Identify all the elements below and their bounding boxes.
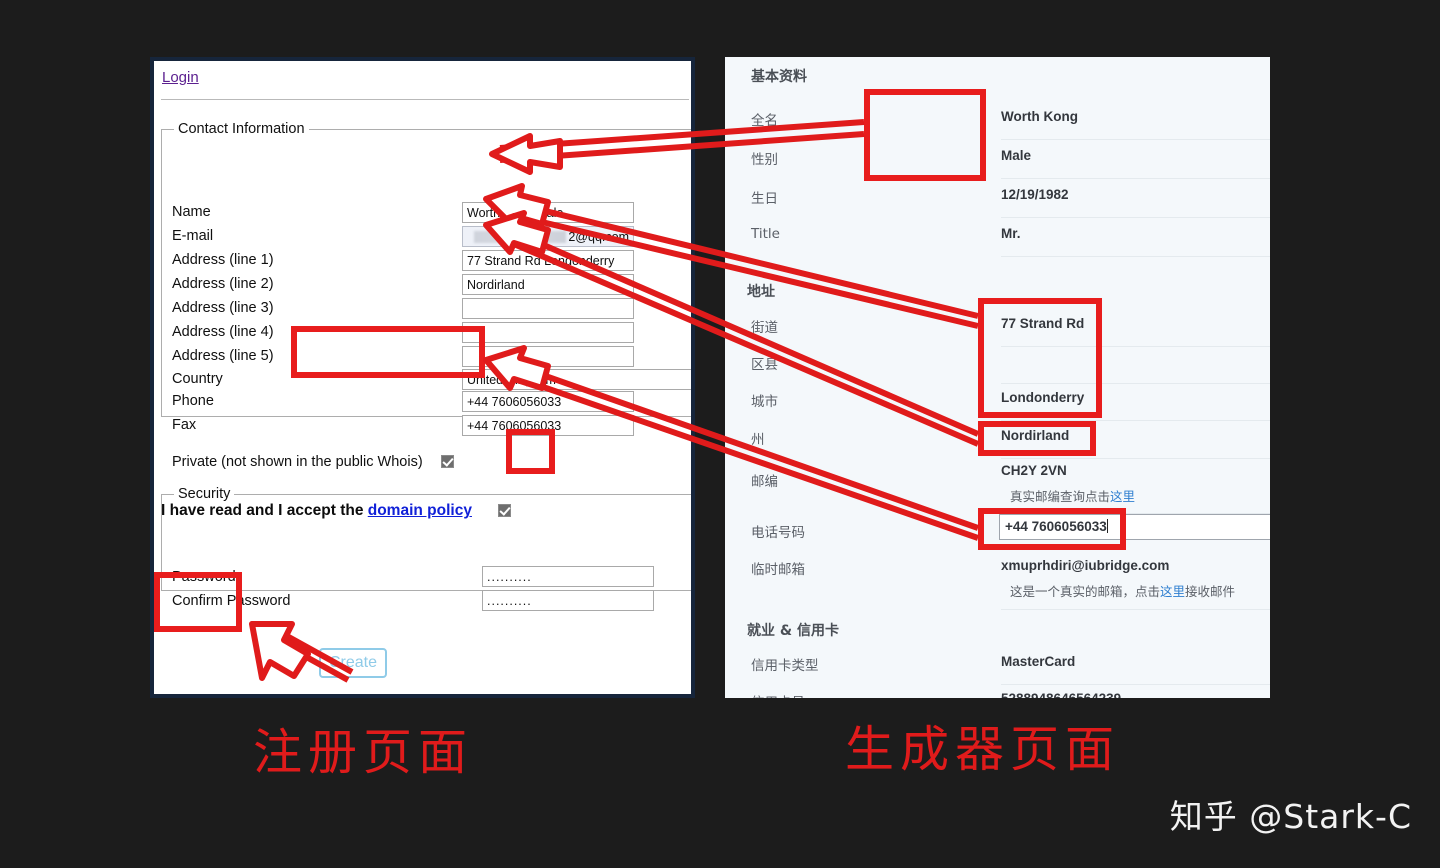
- row-separator: [1001, 458, 1270, 459]
- value-zipcode: CH2Y 2VN: [1001, 463, 1067, 478]
- screenshot-stage: Login Contact Information Name Worth Kon…: [0, 0, 1440, 868]
- label-name: Name: [172, 204, 211, 220]
- label-card-number: 信用卡号: [751, 691, 805, 698]
- caption-right: 生成器页面: [845, 721, 1121, 778]
- section-title-address: 地址: [747, 284, 775, 300]
- address-line-2-input[interactable]: Nordirland: [462, 274, 634, 295]
- value-state: Nordirland: [1001, 428, 1070, 443]
- value-title: Mr.: [1001, 226, 1021, 241]
- label-tempmail: 临时邮箱: [751, 562, 805, 578]
- value-card-number: 5288948646564239: [1001, 691, 1121, 698]
- email-input[interactable]: 2@qq.com: [462, 226, 634, 247]
- address-line-4-input[interactable]: [462, 322, 634, 343]
- phone-number-value: +44 7606056033: [1005, 519, 1107, 534]
- phone-number-input[interactable]: +44 7606056033: [999, 514, 1270, 540]
- text-caret: [1106, 519, 1108, 533]
- zipcode-hint-link[interactable]: 这里: [1110, 489, 1135, 504]
- label-country: Country: [172, 371, 223, 387]
- value-fullname: Worth Kong: [1001, 109, 1078, 124]
- label-title: Title: [751, 226, 780, 242]
- label-address-line-3: Address (line 3): [172, 300, 274, 316]
- header-divider: [161, 99, 689, 100]
- label-city: 城市: [751, 394, 778, 410]
- country-select-wrapper[interactable]: United Kingdom: [462, 369, 691, 390]
- redacted-email-block: [474, 231, 567, 243]
- label-address-line-5: Address (line 5): [172, 348, 274, 364]
- label-address-line-2: Address (line 2): [172, 276, 274, 292]
- row-separator: [1001, 383, 1270, 384]
- label-state: 州: [751, 432, 765, 448]
- tempmail-hint-suffix: 接收邮件: [1185, 584, 1236, 599]
- password-input[interactable]: ..........: [482, 566, 654, 587]
- private-whois-row: Private (not shown in the public Whois): [172, 454, 454, 470]
- label-card-type: 信用卡类型: [751, 658, 819, 674]
- label-birthday: 生日: [751, 191, 778, 207]
- confirm-password-input[interactable]: ..........: [482, 590, 654, 611]
- value-birthday: 12/19/1982: [1001, 187, 1069, 202]
- label-fullname: 全名: [751, 113, 778, 129]
- value-gender: Male: [1001, 148, 1032, 163]
- security-legend: Security: [178, 486, 231, 502]
- zipcode-hint: 真实邮编查询点击这里: [1010, 486, 1135, 505]
- name-input[interactable]: Worth Kong Male: [462, 202, 634, 223]
- generator-page-panel: 基本资料 全名 Worth Kong 性别 Male 生日 12/19/1982…: [722, 57, 1270, 698]
- fax-input[interactable]: +44 7606056033: [462, 415, 634, 436]
- label-address-line-4: Address (line 4): [172, 324, 274, 340]
- label-confirm-password: Confirm Password: [172, 593, 291, 609]
- label-phone: Phone: [172, 393, 214, 409]
- label-fax: Fax: [172, 417, 197, 433]
- value-street: 77 Strand Rd: [1001, 316, 1085, 331]
- login-link[interactable]: Login: [162, 69, 199, 86]
- label-street: 街道: [751, 320, 778, 336]
- row-separator: [1001, 178, 1270, 179]
- watermark-zhihu: 知乎 @Stark-C: [1169, 797, 1412, 836]
- address-line-5-input[interactable]: [462, 346, 634, 367]
- email-domain-text: 2@qq.com: [568, 230, 629, 244]
- value-tempmail: xmuprhdiri@iubridge.com: [1001, 558, 1170, 573]
- tempmail-hint: 这是一个真实的邮箱，点击这里接收邮件: [1010, 581, 1235, 600]
- contact-information-legend: Contact Information: [178, 121, 305, 137]
- row-separator: [1001, 346, 1270, 347]
- label-password: Password: [172, 569, 236, 585]
- address-line-3-input[interactable]: [462, 298, 634, 319]
- private-whois-checkbox[interactable]: [440, 455, 454, 468]
- tempmail-hint-link[interactable]: 这里: [1160, 584, 1185, 599]
- label-address-line-1: Address (line 1): [172, 252, 274, 268]
- row-separator: [1001, 420, 1270, 421]
- row-separator: [1001, 217, 1270, 218]
- phone-input[interactable]: +44 7606056033: [462, 391, 634, 412]
- section-title-basic: 基本资料: [751, 69, 807, 85]
- label-zipcode: 邮编: [751, 474, 778, 490]
- label-phone-number: 电话号码: [751, 525, 805, 541]
- label-email: E-mail: [172, 228, 214, 244]
- row-separator: [1001, 256, 1270, 257]
- zipcode-hint-text: 真实邮编查询点击: [1010, 489, 1111, 504]
- value-city: Londonderry: [1001, 390, 1085, 405]
- row-separator: [1001, 609, 1270, 610]
- address-line-1-input[interactable]: 77 Strand Rd Londonderry: [462, 250, 634, 271]
- create-button[interactable]: Create: [319, 648, 387, 678]
- section-title-employment: 就业 & 信用卡: [747, 623, 839, 639]
- row-separator: [1001, 139, 1270, 140]
- value-card-type: MasterCard: [1001, 654, 1076, 669]
- private-whois-label: Private (not shown in the public Whois): [172, 454, 423, 470]
- label-district: 区县: [751, 357, 778, 373]
- row-separator: [1001, 684, 1270, 685]
- country-select[interactable]: United Kingdom: [462, 369, 691, 390]
- caption-left: 注册页面: [253, 724, 474, 781]
- label-gender: 性别: [751, 152, 778, 168]
- tempmail-hint-text: 这是一个真实的邮箱，点击: [1010, 584, 1161, 599]
- registration-form-panel: Login Contact Information Name Worth Kon…: [150, 57, 695, 698]
